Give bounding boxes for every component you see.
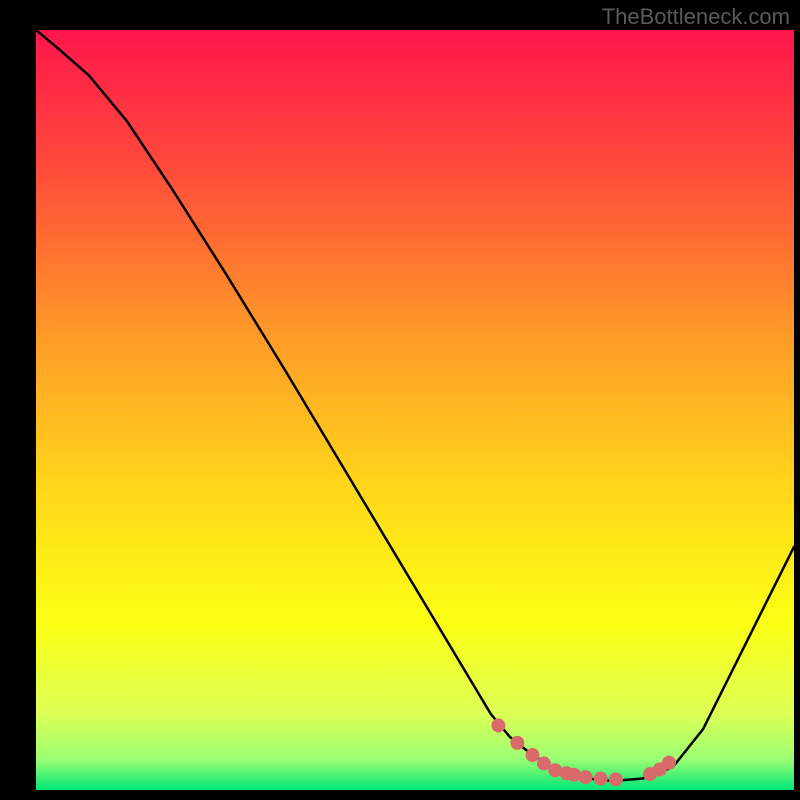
data-point bbox=[510, 736, 524, 750]
chart-svg bbox=[36, 30, 794, 790]
data-point bbox=[662, 756, 676, 770]
gradient-background bbox=[36, 30, 794, 790]
data-point bbox=[609, 772, 623, 786]
data-point bbox=[594, 772, 608, 786]
chart-container: TheBottleneck.com bbox=[0, 0, 800, 800]
data-point bbox=[525, 748, 539, 762]
data-point bbox=[579, 770, 593, 784]
data-point bbox=[491, 718, 505, 732]
watermark-text: TheBottleneck.com bbox=[602, 4, 790, 30]
plot-area bbox=[36, 30, 794, 790]
